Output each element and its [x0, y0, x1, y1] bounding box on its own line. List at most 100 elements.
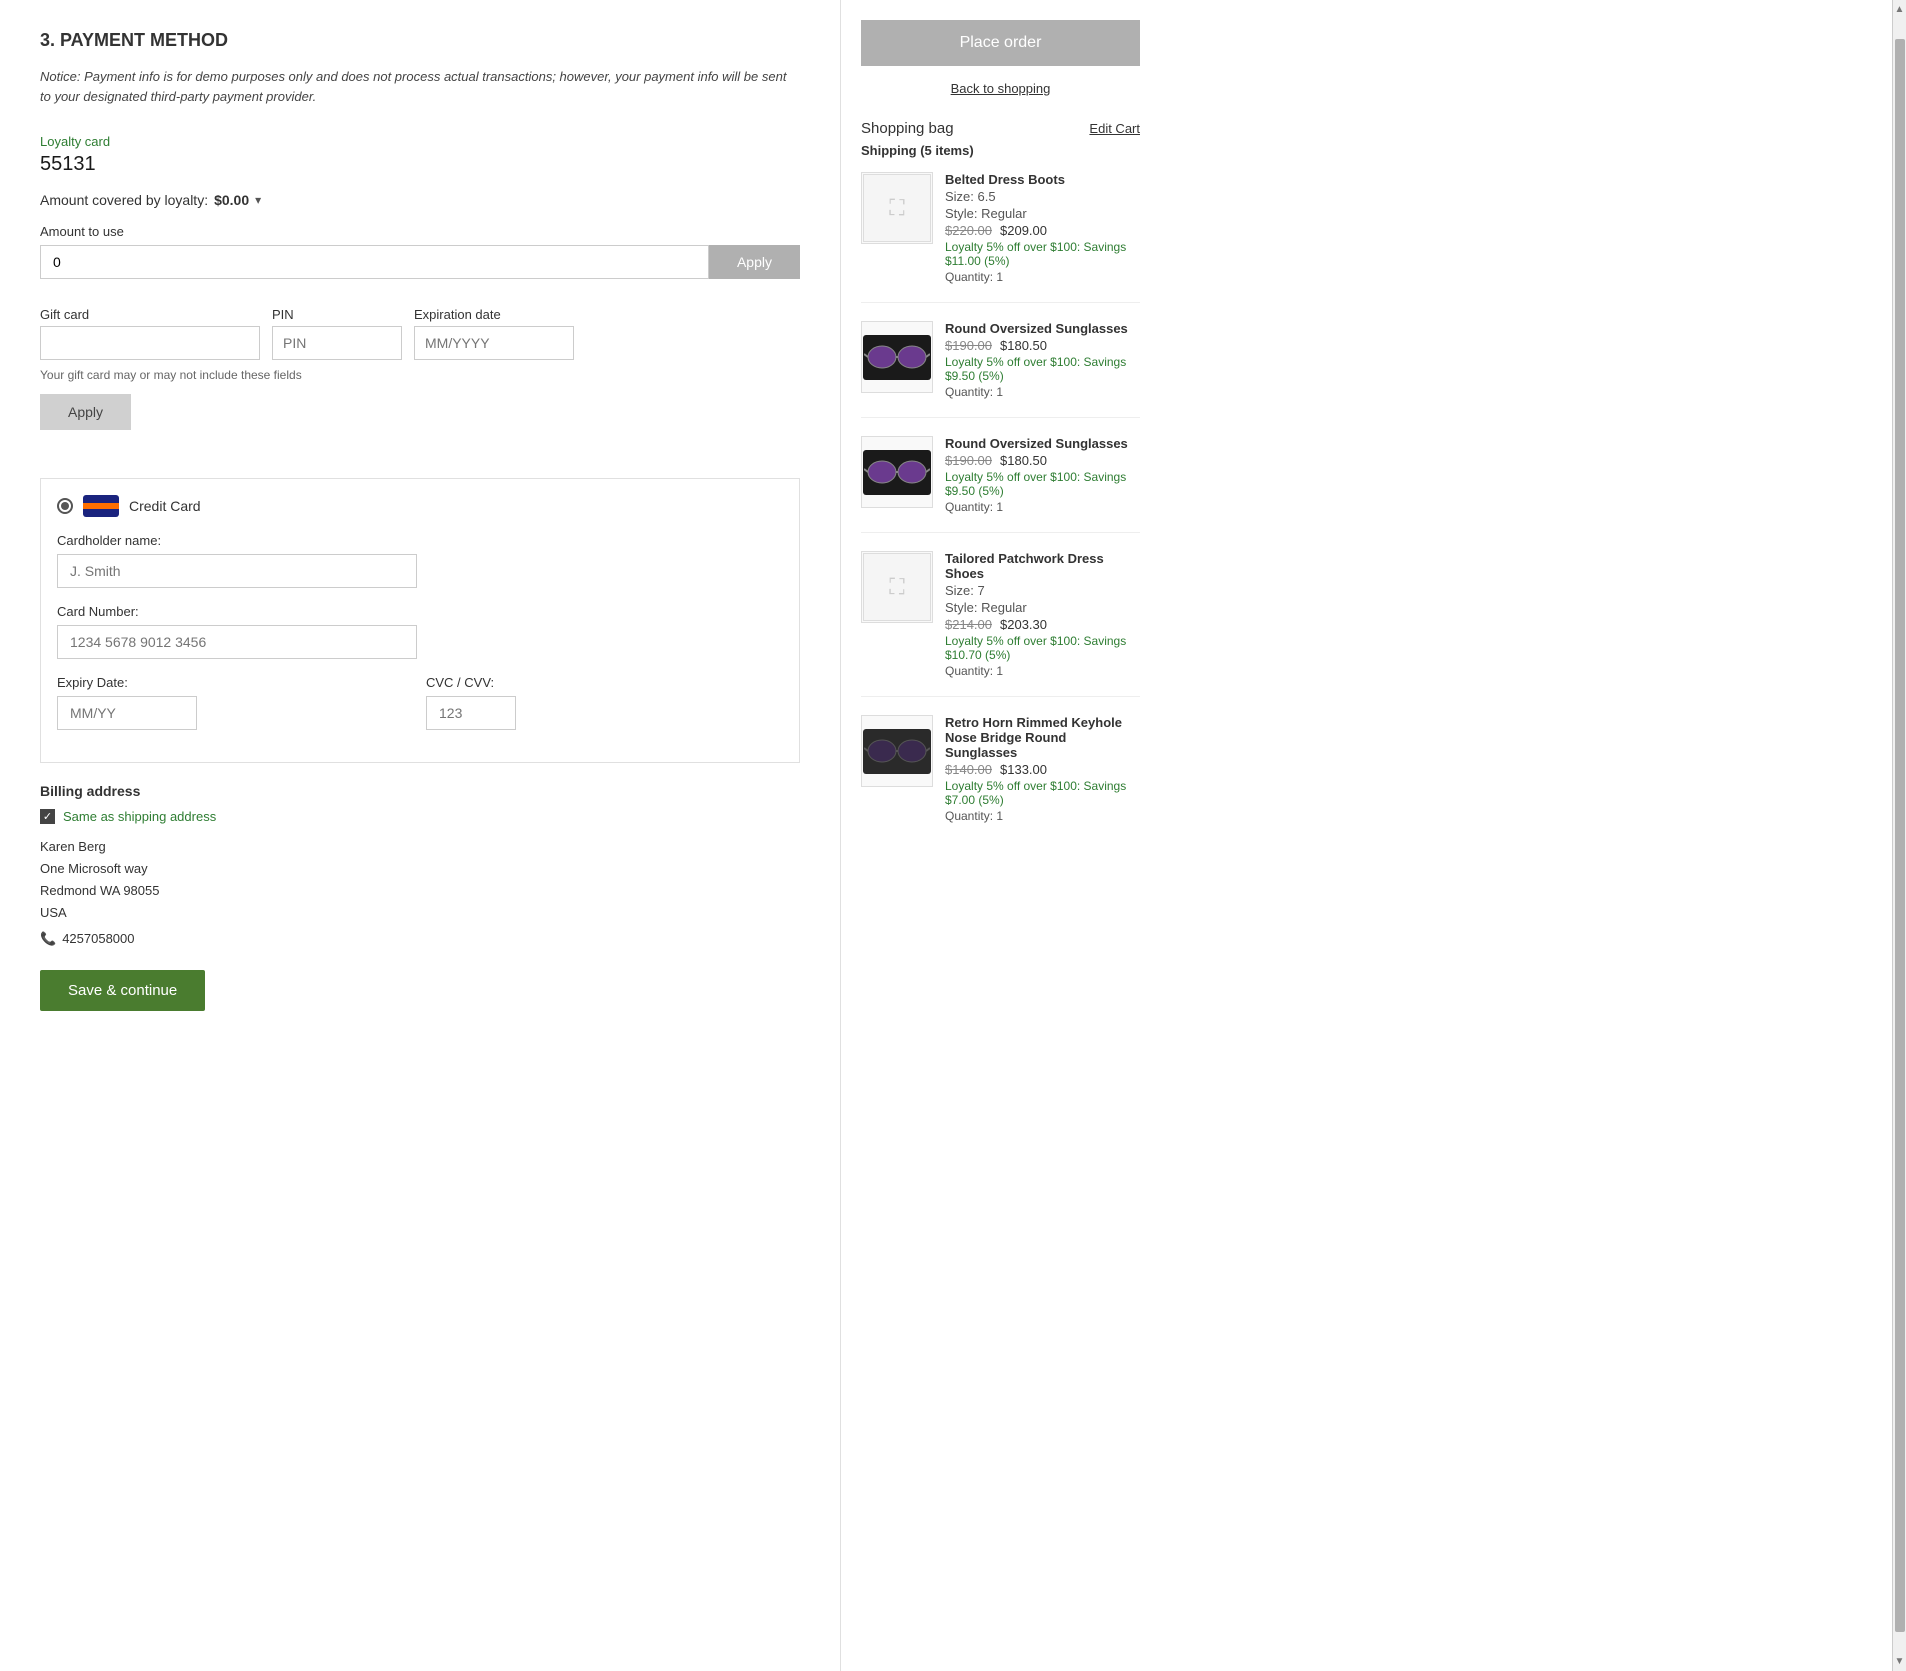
gift-card-apply-button[interactable]: Apply: [40, 394, 131, 430]
item-image: [861, 321, 933, 393]
item-details: Tailored Patchwork Dress Shoes Size: 7St…: [945, 551, 1140, 678]
sidebar: Place order Back to shopping Shopping ba…: [840, 0, 1160, 1671]
expiry-group: Expiry Date:: [57, 675, 410, 730]
item-price-row: $220.00 $209.00: [945, 223, 1140, 238]
item-quantity: Quantity: 1: [945, 809, 1140, 823]
item-details: Retro Horn Rimmed Keyhole Nose Bridge Ro…: [945, 715, 1140, 823]
amount-input-row: Apply: [40, 245, 800, 279]
billing-address-section: Billing address ✓ Same as shipping addre…: [40, 783, 800, 950]
billing-address1: One Microsoft way: [40, 858, 800, 880]
price-original: $190.00: [945, 338, 992, 353]
radio-inner: [61, 502, 69, 510]
item-details: Round Oversized Sunglasses $190.00 $180.…: [945, 321, 1140, 399]
amount-covered-dropdown[interactable]: ▾: [255, 193, 261, 207]
scrollbar[interactable]: ▲ ▼: [1892, 0, 1906, 1671]
item-name: Round Oversized Sunglasses: [945, 321, 1140, 336]
gift-card-input[interactable]: [40, 326, 260, 360]
expiration-input[interactable]: [414, 326, 574, 360]
price-discounted: $133.00: [1000, 762, 1047, 777]
expiry-cvc-row: Expiry Date: CVC / CVV:: [57, 675, 779, 746]
loyalty-label: Loyalty card: [40, 134, 800, 149]
price-discounted: $209.00: [1000, 223, 1047, 238]
pin-label: PIN: [272, 307, 402, 322]
loyalty-discount: Loyalty 5% off over $100: Savings $11.00…: [945, 240, 1140, 268]
item-name: Retro Horn Rimmed Keyhole Nose Bridge Ro…: [945, 715, 1140, 760]
item-image: ⛶: [861, 172, 933, 244]
shipping-label: Shipping (5 items): [861, 143, 1140, 158]
billing-phone: 4257058000: [62, 928, 134, 950]
expiration-label: Expiration date: [414, 307, 574, 322]
item-image-placeholder: ⛶: [863, 174, 931, 242]
cardholder-input[interactable]: [57, 554, 417, 588]
same-as-shipping-label: Same as shipping address: [63, 809, 216, 824]
item-quantity: Quantity: 1: [945, 500, 1140, 514]
item-image-placeholder: ⛶: [863, 553, 931, 621]
gift-card-fields: Gift card PIN Expiration date: [40, 307, 800, 360]
notice-text: Notice: Payment info is for demo purpose…: [40, 67, 800, 106]
pin-input[interactable]: [272, 326, 402, 360]
item-quantity: Quantity: 1: [945, 664, 1140, 678]
price-original: $220.00: [945, 223, 992, 238]
cart-item: Round Oversized Sunglasses $190.00 $180.…: [861, 436, 1140, 533]
shopping-bag-header: Shopping bag Edit Cart: [861, 120, 1140, 137]
amount-input[interactable]: [40, 245, 709, 279]
gift-card-section: Gift card PIN Expiration date Your gift …: [40, 307, 800, 458]
save-continue-button[interactable]: Save & continue: [40, 970, 205, 1011]
price-discounted: $180.50: [1000, 453, 1047, 468]
card-number-label: Card Number:: [57, 604, 779, 619]
section-title: 3. PAYMENT METHOD: [40, 30, 800, 51]
edit-cart-link[interactable]: Edit Cart: [1089, 121, 1140, 136]
expiry-input[interactable]: [57, 696, 197, 730]
expiration-field: Expiration date: [414, 307, 574, 360]
cardholder-label: Cardholder name:: [57, 533, 779, 548]
billing-address-title: Billing address: [40, 783, 800, 799]
gift-card-label: Gift card: [40, 307, 260, 322]
price-original: $190.00: [945, 453, 992, 468]
scroll-thumb[interactable]: [1895, 39, 1905, 1632]
item-image: ⛶: [861, 551, 933, 623]
credit-card-icon: [83, 495, 119, 517]
card-number-input[interactable]: [57, 625, 417, 659]
item-size: Size: 7: [945, 583, 1140, 598]
amount-covered-label: Amount covered by loyalty:: [40, 192, 208, 208]
pin-field: PIN: [272, 307, 402, 360]
card-number-group: Card Number:: [57, 604, 779, 659]
item-style: Style: Regular: [945, 600, 1140, 615]
same-as-shipping-checkbox[interactable]: ✓: [40, 809, 55, 824]
gift-card-field: Gift card: [40, 307, 260, 360]
place-order-button[interactable]: Place order: [861, 20, 1140, 66]
item-price-row: $140.00 $133.00: [945, 762, 1140, 777]
billing-phone-row: 📞 4257058000: [40, 928, 800, 950]
amount-to-use-label: Amount to use: [40, 224, 800, 239]
item-quantity: Quantity: 1: [945, 385, 1140, 399]
billing-name: Karen Berg: [40, 836, 800, 858]
loyalty-apply-button[interactable]: Apply: [709, 245, 800, 279]
scroll-up-arrow[interactable]: ▲: [1891, 0, 1906, 19]
item-image: [861, 715, 933, 787]
loyalty-section: Loyalty card 55131 Amount covered by loy…: [40, 134, 800, 279]
credit-card-section: Credit Card Cardholder name: Card Number…: [40, 478, 800, 763]
item-price-row: $190.00 $180.50: [945, 453, 1140, 468]
cvc-input[interactable]: [426, 696, 516, 730]
cvc-label: CVC / CVV:: [426, 675, 779, 690]
gift-card-hint: Your gift card may or may not include th…: [40, 368, 800, 382]
cart-items: ⛶ Belted Dress Boots Size: 6.5Style: Reg…: [861, 172, 1140, 841]
item-name: Belted Dress Boots: [945, 172, 1140, 187]
cvc-group: CVC / CVV:: [426, 675, 779, 730]
item-quantity: Quantity: 1: [945, 270, 1140, 284]
card-stripe: [83, 503, 119, 509]
credit-card-option: Credit Card: [57, 495, 779, 517]
back-to-shopping-link[interactable]: Back to shopping: [951, 81, 1051, 96]
price-discounted: $180.50: [1000, 338, 1047, 353]
credit-card-radio[interactable]: [57, 498, 73, 514]
cart-item: ⛶ Belted Dress Boots Size: 6.5Style: Reg…: [861, 172, 1140, 303]
scroll-down-arrow[interactable]: ▼: [1891, 1652, 1906, 1671]
price-original: $140.00: [945, 762, 992, 777]
billing-country: USA: [40, 902, 800, 924]
loyalty-discount: Loyalty 5% off over $100: Savings $9.50 …: [945, 470, 1140, 498]
item-style: Style: Regular: [945, 206, 1140, 221]
item-price-row: $190.00 $180.50: [945, 338, 1140, 353]
price-discounted: $203.30: [1000, 617, 1047, 632]
item-image: [861, 436, 933, 508]
cart-item: Retro Horn Rimmed Keyhole Nose Bridge Ro…: [861, 715, 1140, 841]
